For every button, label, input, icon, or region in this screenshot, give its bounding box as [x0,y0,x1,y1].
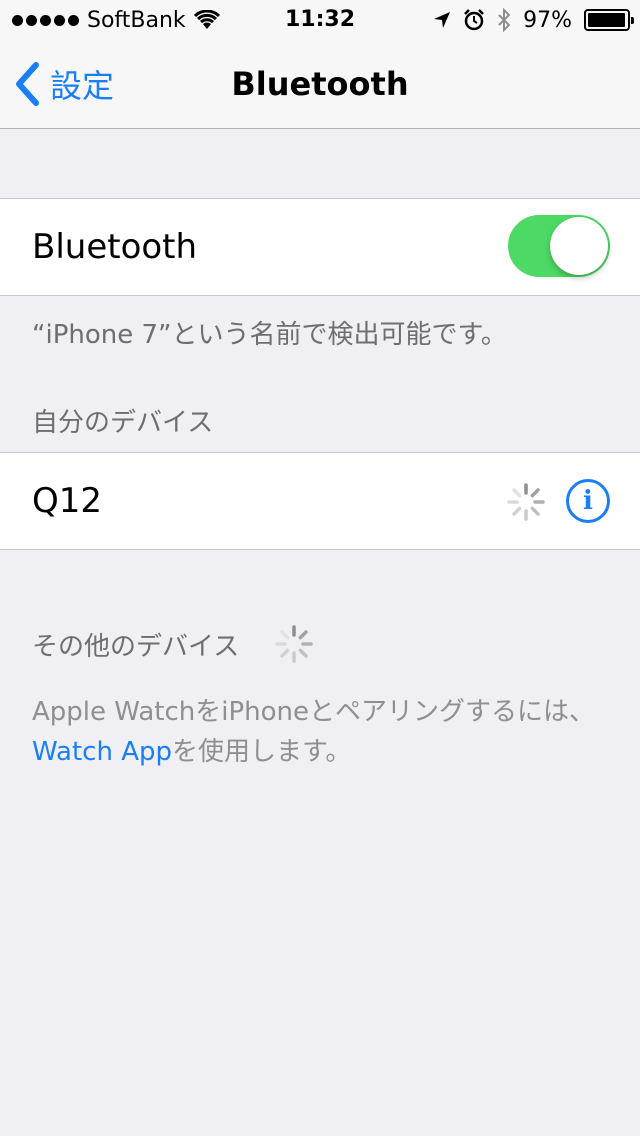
alarm-icon [464,9,484,31]
device-row-q12[interactable]: Q12 i [0,452,640,550]
apple-watch-note: Apple WatchをiPhoneとペアリングするには、 Watch Appを使… [32,692,612,772]
bluetooth-icon [498,8,511,32]
apple-watch-note-suffix: を使用します。 [172,737,352,767]
bluetooth-toggle[interactable] [508,215,610,277]
my-devices-header: 自分のデバイス [32,408,214,438]
discoverable-text: “iPhone 7”という名前で検出可能です。 [32,320,507,350]
apple-watch-note-prefix: Apple WatchをiPhoneとペアリングするには、 [32,697,595,727]
bluetooth-label: Bluetooth [32,227,198,267]
battery-icon [584,9,634,31]
loading-spinner-icon [507,483,545,521]
info-icon[interactable]: i [566,479,610,523]
other-devices-header: その他のデバイス [32,632,240,662]
location-arrow-icon [434,12,451,28]
device-name: Q12 [32,481,103,521]
bluetooth-toggle-cell: Bluetooth [0,198,640,296]
navigation-bar: 設定 Bluetooth [0,40,640,129]
battery-percent: 97% [523,7,572,33]
battery-fill [588,13,625,27]
toggle-knob [550,217,608,275]
page-title: Bluetooth [231,65,409,103]
loading-spinner-icon [275,625,313,663]
watch-app-link[interactable]: Watch App [32,737,172,767]
status-right: 97% [433,0,634,40]
status-bar: SoftBank 11:32 97% [0,0,640,40]
